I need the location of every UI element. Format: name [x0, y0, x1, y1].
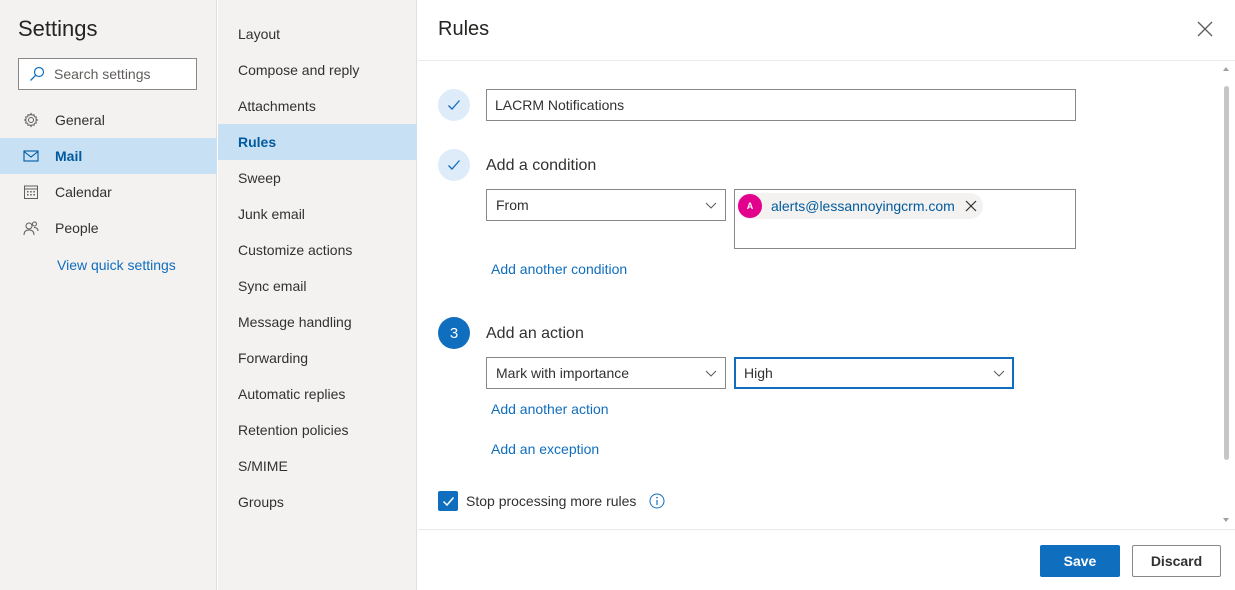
nav-label-mail: Mail	[55, 148, 83, 164]
action-type-value: Mark with importance	[496, 365, 630, 381]
menu-item-layout[interactable]: Layout	[218, 16, 417, 52]
menu-item-rules[interactable]: Rules	[218, 124, 417, 160]
save-button[interactable]: Save	[1040, 545, 1120, 577]
add-exception-link[interactable]: Add an exception	[491, 441, 599, 457]
condition-type-dropdown[interactable]: From	[486, 189, 726, 221]
search-icon	[30, 66, 45, 81]
nav-item-mail[interactable]: Mail	[0, 138, 217, 174]
condition-recipient-field[interactable]: A alerts@lessannoyingcrm.com	[734, 189, 1076, 249]
importance-level-dropdown[interactable]: High	[734, 357, 1014, 389]
add-another-action-link[interactable]: Add another action	[491, 401, 609, 417]
scroll-down-arrow-icon[interactable]	[1222, 517, 1230, 523]
mail-settings-menu: Layout Compose and reply Attachments Rul…	[218, 0, 417, 590]
checkmark-icon	[442, 496, 454, 506]
nav-label-calendar: Calendar	[55, 184, 112, 200]
remove-recipient-icon[interactable]	[965, 200, 977, 212]
stop-processing-label: Stop processing more rules	[466, 493, 637, 509]
rules-editor-pane: Rules LACRM Notifications Add a conditio…	[418, 0, 1235, 590]
gear-icon	[22, 111, 40, 129]
condition-type-value: From	[496, 197, 529, 213]
step-1-complete-indicator	[438, 89, 470, 121]
scroll-up-arrow-icon[interactable]	[1222, 66, 1230, 72]
recipient-email: alerts@lessannoyingcrm.com	[771, 198, 955, 214]
people-icon	[22, 219, 40, 237]
add-another-condition-link[interactable]: Add another condition	[491, 261, 627, 277]
search-settings-input[interactable]	[54, 66, 184, 82]
step-3-indicator: 3	[438, 317, 470, 349]
menu-item-sync-email[interactable]: Sync email	[218, 268, 417, 304]
rules-title: Rules	[438, 18, 490, 40]
calendar-icon	[22, 183, 40, 201]
menu-item-attachments[interactable]: Attachments	[218, 88, 417, 124]
checkmark-icon	[448, 100, 460, 110]
chevron-down-icon	[705, 370, 717, 377]
nav-item-people[interactable]: People	[0, 210, 217, 246]
discard-button[interactable]: Discard	[1132, 545, 1221, 577]
menu-item-compose-and-reply[interactable]: Compose and reply	[218, 52, 417, 88]
rule-name-input[interactable]: LACRM Notifications	[486, 89, 1076, 121]
search-settings-box[interactable]	[18, 58, 197, 90]
menu-item-forwarding[interactable]: Forwarding	[218, 340, 417, 376]
footer-divider	[418, 529, 1235, 530]
avatar: A	[738, 194, 762, 218]
info-icon[interactable]	[649, 493, 665, 509]
condition-heading: Add a condition	[486, 157, 597, 174]
action-heading: Add an action	[486, 325, 584, 342]
stop-processing-checkbox[interactable]	[438, 491, 458, 511]
menu-item-message-handling[interactable]: Message handling	[218, 304, 417, 340]
nav-label-general: General	[55, 112, 105, 128]
view-quick-settings-link[interactable]: View quick settings	[57, 257, 176, 273]
menu-item-customize-actions[interactable]: Customize actions	[218, 232, 417, 268]
menu-item-junk-email[interactable]: Junk email	[218, 196, 417, 232]
nav-label-people: People	[55, 220, 99, 236]
checkmark-icon	[448, 160, 460, 170]
header-divider	[418, 60, 1235, 61]
menu-item-sweep[interactable]: Sweep	[218, 160, 417, 196]
settings-nav-pane: Settings General Mail Calendar People Vi…	[0, 0, 217, 590]
menu-item-retention-policies[interactable]: Retention policies	[218, 412, 417, 448]
recipient-pill[interactable]: A alerts@lessannoyingcrm.com	[737, 193, 983, 219]
chevron-down-icon	[705, 202, 717, 209]
mail-icon	[22, 147, 40, 165]
importance-level-value: High	[744, 365, 773, 381]
menu-item-automatic-replies[interactable]: Automatic replies	[218, 376, 417, 412]
action-type-dropdown[interactable]: Mark with importance	[486, 357, 726, 389]
step-2-complete-indicator	[438, 149, 470, 181]
settings-title: Settings	[18, 16, 98, 41]
vertical-scrollbar-thumb[interactable]	[1224, 86, 1229, 460]
nav-item-calendar[interactable]: Calendar	[0, 174, 217, 210]
chevron-down-icon	[993, 370, 1005, 377]
nav-item-general[interactable]: General	[0, 102, 217, 138]
menu-item-smime[interactable]: S/MIME	[218, 448, 417, 484]
close-icon[interactable]	[1196, 20, 1214, 38]
menu-item-groups[interactable]: Groups	[218, 484, 417, 520]
